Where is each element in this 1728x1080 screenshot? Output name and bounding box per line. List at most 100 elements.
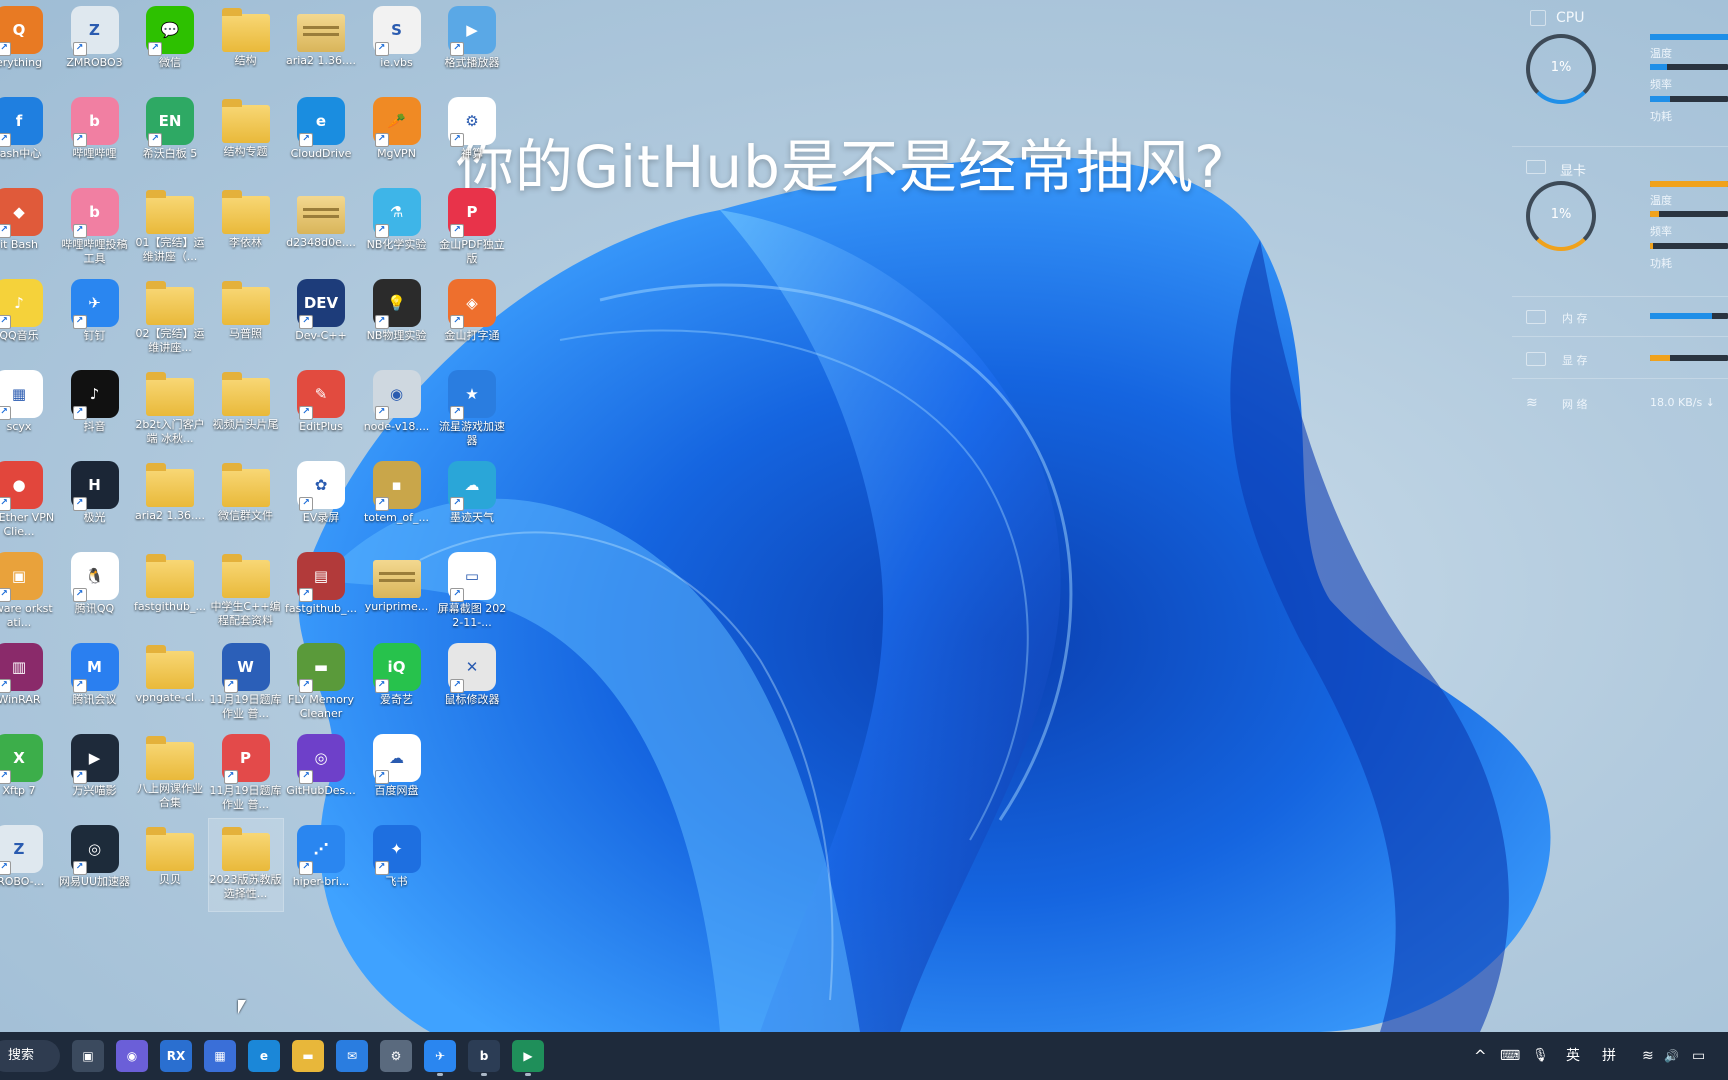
keyboard-icon[interactable]: ⌨: [1500, 1032, 1520, 1080]
desktop-icon[interactable]: 💡 ↗ NB物理实验: [360, 273, 434, 365]
desktop-icon[interactable]: ☁ ↗ 墨迹天气: [435, 455, 509, 547]
taskbar-bilibili-icon[interactable]: b: [468, 1040, 500, 1076]
desktop-icon[interactable]: f ↗ lash中心: [0, 91, 56, 183]
desktop-icon[interactable]: M ↗ 腾讯会议: [58, 637, 132, 729]
desktop-icon[interactable]: ⋰ ↗ hiper-bri...: [284, 819, 358, 911]
desktop-icon[interactable]: ◆ ↗ it Bash: [0, 182, 56, 274]
desktop-icon[interactable]: S ↗ ie.vbs: [360, 0, 434, 92]
desktop-icon[interactable]: 李依林: [209, 182, 283, 274]
desktop-icon[interactable]: ▪ ↗ totem_of_...: [360, 455, 434, 547]
desktop-icon[interactable]: ▤ ↗ fastgithub_...: [284, 546, 358, 638]
desktop-icon-label: 百度网盘: [374, 784, 419, 797]
desktop-icon[interactable]: X ↗ Xftp 7: [0, 728, 56, 820]
desktop-icon[interactable]: 结构专题: [209, 91, 283, 183]
app-icon: ☁ ↗: [372, 734, 421, 784]
desktop-icon[interactable]: ◈ ↗ 金山打字通: [435, 273, 509, 365]
desktop-icon[interactable]: b ↗ 哔哩哔哩投稿工具: [58, 182, 132, 274]
desktop-icon[interactable]: 中学生C++编程配套资料: [209, 546, 283, 638]
desktop-icon[interactable]: ▣↗Mware orkstati...: [0, 546, 56, 638]
desktop-icon[interactable]: 🐧 ↗ 腾讯QQ: [58, 546, 132, 638]
desktop-icon[interactable]: 2023版苏教版选择性...: [207, 818, 284, 912]
app-icon: ⚙ ↗: [448, 97, 496, 147]
desktop-icon[interactable]: 微信群文件: [209, 455, 283, 547]
desktop-icon[interactable]: Q ↗ erything: [0, 0, 56, 92]
desktop-icon[interactable]: ★ ↗ 流星游戏加速器: [435, 364, 509, 456]
desktop-icon[interactable]: ✿ ↗ EV录屏: [284, 455, 358, 547]
taskbar-settings-icon[interactable]: ⚙: [380, 1040, 412, 1072]
desktop-icon[interactable]: d2348d0e....: [284, 182, 358, 274]
desktop-icon[interactable]: ▦ ↗ scyx: [0, 364, 56, 456]
desktop-icon[interactable]: EN ↗ 希沃白板 5: [133, 91, 207, 183]
desktop-icon[interactable]: DEV ↗ Dev-C++: [284, 273, 358, 365]
desktop-icon[interactable]: ☁ ↗ 百度网盘: [360, 728, 434, 820]
taskbar-mail-icon[interactable]: ✉: [336, 1040, 368, 1072]
desktop-icon[interactable]: 贝贝: [133, 819, 207, 911]
taskbar-rx-app-icon[interactable]: RX: [160, 1040, 192, 1072]
desktop-icon[interactable]: P ↗ 金山PDF独立版: [435, 182, 509, 274]
desktop-icon[interactable]: b ↗ 哔哩哔哩: [58, 91, 132, 183]
shortcut-arrow-icon: ↗: [450, 406, 464, 420]
desktop-icon[interactable]: aria2 1.36....: [284, 0, 358, 92]
desktop-icon[interactable]: ▭ ↗ 屏幕截图 2022-11-...: [435, 546, 509, 638]
desktop-icon[interactable]: ♪ ↗ 抖音: [58, 364, 132, 456]
desktop-icon[interactable]: ⚙ ↗ 神算: [435, 91, 509, 183]
tray-chevron-icon[interactable]: ^: [1474, 1032, 1487, 1080]
taskbar-task-view-icon[interactable]: ▣: [72, 1040, 104, 1072]
desktop-icon[interactable]: ◎ ↗ 网易UU加速器: [58, 819, 132, 911]
desktop-icon[interactable]: 视频片头片尾: [209, 364, 283, 456]
desktop-icon[interactable]: 01【完结】运维讲座（...: [133, 182, 207, 274]
desktop-icon[interactable]: ▬ ↗ FLY Memory Cleaner: [284, 637, 358, 729]
desktop-icon[interactable]: fastgithub_...: [133, 546, 207, 638]
desktop-icon[interactable]: ▶ ↗ 万兴喵影: [58, 728, 132, 820]
desktop-icon[interactable]: Z ↗ ZMROBO3: [58, 0, 132, 92]
desktop-icon-label: 金山打字通: [444, 329, 500, 342]
desktop-icon[interactable]: 结构: [209, 0, 283, 92]
desktop-icon[interactable]: 马普照: [209, 273, 283, 365]
desktop-icon[interactable]: 八上网课作业合集: [133, 728, 207, 820]
taskbar-chat-icon[interactable]: ◉: [116, 1040, 148, 1072]
desktop-icon[interactable]: 🥕 ↗ MgVPN: [360, 91, 434, 183]
volume-icon[interactable]: 🔊: [1664, 1032, 1679, 1080]
desktop-icon[interactable]: ♪ ↗ QQ音乐: [0, 273, 56, 365]
taskbar-feather-app-icon[interactable]: ✈: [424, 1040, 456, 1076]
desktop-icon[interactable]: ▥ ↗ WinRAR: [0, 637, 56, 729]
search-button[interactable]: 搜索: [0, 1040, 60, 1072]
desktop-icon[interactable]: ✕ ↗ 鼠标修改器: [435, 637, 509, 729]
taskbar-store-icon[interactable]: ▦: [204, 1040, 236, 1072]
taskbar-edge-icon[interactable]: e: [248, 1040, 280, 1072]
battery-icon[interactable]: ▭: [1692, 1032, 1705, 1080]
shortcut-arrow-icon: ↗: [450, 224, 464, 238]
desktop-icon[interactable]: ●↗oftEther VPN Clie...: [0, 455, 56, 547]
desktop-icon[interactable]: ⚗ ↗ NB化学实验: [360, 182, 434, 274]
desktop-icon[interactable]: 💬 ↗ 微信: [133, 0, 207, 92]
app-icon: ✿ ↗: [297, 461, 345, 511]
desktop-icon[interactable]: W ↗ 11月19日题库作业 普...: [209, 637, 283, 729]
gpu-temp-fill: [1650, 211, 1660, 217]
desktop-icon[interactable]: e ↗ CloudDrive: [284, 91, 358, 183]
desktop-icon[interactable]: vpngate-cl...: [133, 637, 207, 729]
desktop-icon[interactable]: Z↗IROBO-...: [0, 819, 56, 911]
taskbar-explorer-icon[interactable]: ▬: [292, 1040, 324, 1072]
desktop-icon[interactable]: ◎ ↗ GitHubDes...: [284, 728, 358, 820]
language-indicator[interactable]: 英: [1566, 1032, 1580, 1080]
desktop-icon[interactable]: ◉ ↗ node-v18....: [360, 364, 434, 456]
app-icon: ● ↗: [0, 461, 43, 511]
taskbar-sliding-app-icon[interactable]: ▶: [512, 1040, 544, 1076]
wifi-icon[interactable]: ≋: [1642, 1032, 1654, 1080]
desktop-icon[interactable]: P ↗ 11月19日题库作业 普...: [209, 728, 283, 820]
ime-indicator[interactable]: 拼: [1602, 1032, 1616, 1080]
desktop-icon[interactable]: iQ ↗ 爱奇艺: [360, 637, 434, 729]
desktop-icon[interactable]: 2b2t入门客户端 冰秋...: [133, 364, 207, 456]
desktop-icon-label: aria2 1.36....: [134, 509, 206, 522]
desktop-icon[interactable]: H ↗ 极光: [58, 455, 132, 547]
microphone-icon[interactable]: 🎙: [1532, 1032, 1549, 1080]
shortcut-arrow-icon: ↗: [148, 42, 162, 56]
desktop-icon[interactable]: ▶ ↗ 格式播放器: [435, 0, 509, 92]
desktop-icon[interactable]: ✦ ↗ 飞书: [360, 819, 434, 911]
desktop-icon[interactable]: ✎ ↗ EditPlus: [284, 364, 358, 456]
desktop-icon[interactable]: 02【完结】运维讲座...: [133, 273, 207, 365]
desktop-icon[interactable]: ✈ ↗ 钉钉: [58, 273, 132, 365]
desktop-icon[interactable]: yuriprime...: [360, 546, 434, 638]
desktop-icon[interactable]: aria2 1.36....: [133, 455, 207, 547]
gpu-bar-temp: [1650, 211, 1728, 217]
